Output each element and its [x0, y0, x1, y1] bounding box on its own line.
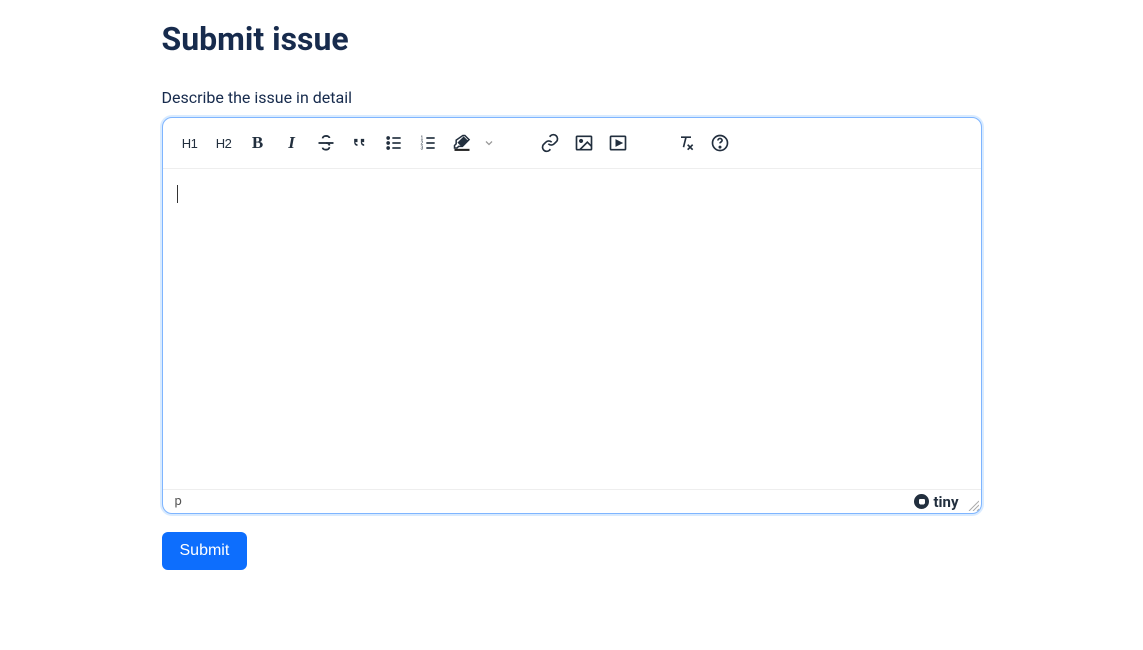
blockquote-icon — [350, 133, 370, 153]
numbered-list-icon: 1 2 3 — [418, 133, 438, 153]
help-button[interactable] — [703, 126, 737, 160]
heading1-button[interactable]: H1 — [173, 126, 207, 160]
image-button[interactable] — [567, 126, 601, 160]
blockquote-button[interactable] — [343, 126, 377, 160]
field-label: Describe the issue in detail — [162, 88, 982, 107]
image-icon — [574, 133, 594, 153]
clear-formatting-button[interactable] — [669, 126, 703, 160]
link-icon — [540, 133, 560, 153]
clear-formatting-icon — [676, 133, 696, 153]
heading2-icon: H2 — [216, 136, 232, 151]
editor-toolbar: H1 H2 B I — [163, 118, 981, 169]
link-button[interactable] — [533, 126, 567, 160]
resize-icon — [967, 499, 979, 511]
chevron-down-icon — [483, 137, 495, 149]
element-path[interactable]: p — [171, 492, 186, 511]
heading2-button[interactable]: H2 — [207, 126, 241, 160]
media-icon — [608, 133, 628, 153]
editor-content-area[interactable] — [163, 169, 981, 489]
highlight-color-button[interactable] — [445, 126, 479, 160]
bold-icon: B — [252, 133, 263, 153]
heading1-icon: H1 — [182, 136, 198, 151]
tiny-branding[interactable]: tiny — [914, 493, 972, 511]
bullet-list-icon — [384, 133, 404, 153]
italic-icon: I — [288, 133, 295, 153]
help-icon — [710, 133, 730, 153]
bullet-list-button[interactable] — [377, 126, 411, 160]
resize-handle[interactable] — [967, 499, 979, 511]
rich-text-editor: H1 H2 B I — [162, 117, 982, 514]
numbered-list-button[interactable]: 1 2 3 — [411, 126, 445, 160]
strikethrough-button[interactable] — [309, 126, 343, 160]
editor-statusbar: p tiny — [163, 489, 981, 513]
highlight-color-dropdown[interactable] — [479, 126, 499, 160]
highlight-icon — [452, 133, 472, 153]
page-title: Submit issue — [162, 20, 982, 58]
media-button[interactable] — [601, 126, 635, 160]
tiny-logo-icon — [914, 494, 929, 509]
italic-button[interactable]: I — [275, 126, 309, 160]
strikethrough-icon — [316, 133, 336, 153]
submit-button[interactable]: Submit — [162, 532, 248, 570]
tiny-brand-label: tiny — [933, 493, 958, 511]
text-cursor — [177, 185, 179, 203]
svg-text:3: 3 — [420, 146, 423, 152]
bold-button[interactable]: B — [241, 126, 275, 160]
